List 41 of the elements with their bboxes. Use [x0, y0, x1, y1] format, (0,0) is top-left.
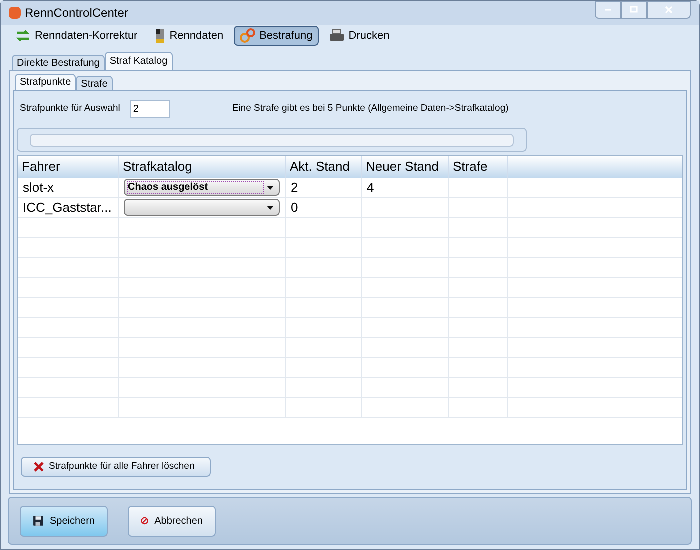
gears-icon: [240, 28, 256, 44]
toolbar-button[interactable]: Drucken: [322, 26, 396, 46]
maximize-button[interactable]: [621, 1, 647, 19]
app-logo-icon: [9, 7, 21, 19]
field-label: Strafpunkte für Auswahl: [20, 102, 120, 116]
dropdown[interactable]: [124, 199, 280, 216]
table-cell-text: 2: [291, 178, 298, 197]
points-input[interactable]: 2: [130, 100, 170, 118]
hint-text: Eine Strafe gibt es bei 5 Punkte (Allgemeine Daten->Strafkatalog): [232, 102, 509, 116]
toolbar-button[interactable]: Renndaten-Korrektur: [9, 26, 144, 46]
arrows-icon: [15, 29, 31, 43]
tab[interactable]: Strafe: [76, 76, 113, 90]
tab[interactable]: Straf Katalog: [104, 52, 173, 70]
column-header[interactable]: Fahrer: [18, 156, 119, 178]
cross-icon: [34, 462, 44, 472]
caret-icon: [267, 186, 274, 190]
toolbar-button[interactable]: Renndaten: [148, 26, 230, 46]
column-header[interactable]: Akt. Stand: [286, 156, 362, 178]
window-title: RennControlCenter: [25, 5, 128, 22]
table-cell-text: 0: [291, 198, 298, 217]
table-cell-text: 4: [367, 178, 374, 197]
printer-icon: [328, 29, 345, 43]
close-button[interactable]: [647, 1, 691, 19]
caret-icon: [267, 206, 274, 210]
tab[interactable]: Direkte Bestrafung: [12, 55, 105, 70]
toolbar-button[interactable]: Bestrafung: [234, 26, 319, 46]
minimize-button[interactable]: [595, 1, 621, 19]
maximize-icon: [628, 4, 640, 16]
column-header[interactable]: Strafkatalog: [119, 156, 286, 178]
tab[interactable]: Strafpunkte: [15, 74, 76, 90]
clear-points-button[interactable]: Strafpunkte für alle Fahrer löschen: [21, 457, 211, 477]
dropdown[interactable]: Chaos ausgelöst: [124, 179, 280, 196]
save-button[interactable]: Speichern: [20, 506, 108, 536]
dropdown-value: Chaos ausgelöst: [128, 181, 208, 195]
column-header[interactable]: Strafe: [449, 156, 508, 178]
cancel-button[interactable]: Abbrechen: [128, 506, 216, 536]
close-icon: [663, 4, 675, 16]
flag-icon: [154, 28, 166, 44]
table-cell-text: ICC_Gaststar...: [23, 198, 112, 217]
table-cell-text: slot-x: [23, 178, 54, 197]
column-header[interactable]: Neuer Stand: [362, 156, 449, 178]
